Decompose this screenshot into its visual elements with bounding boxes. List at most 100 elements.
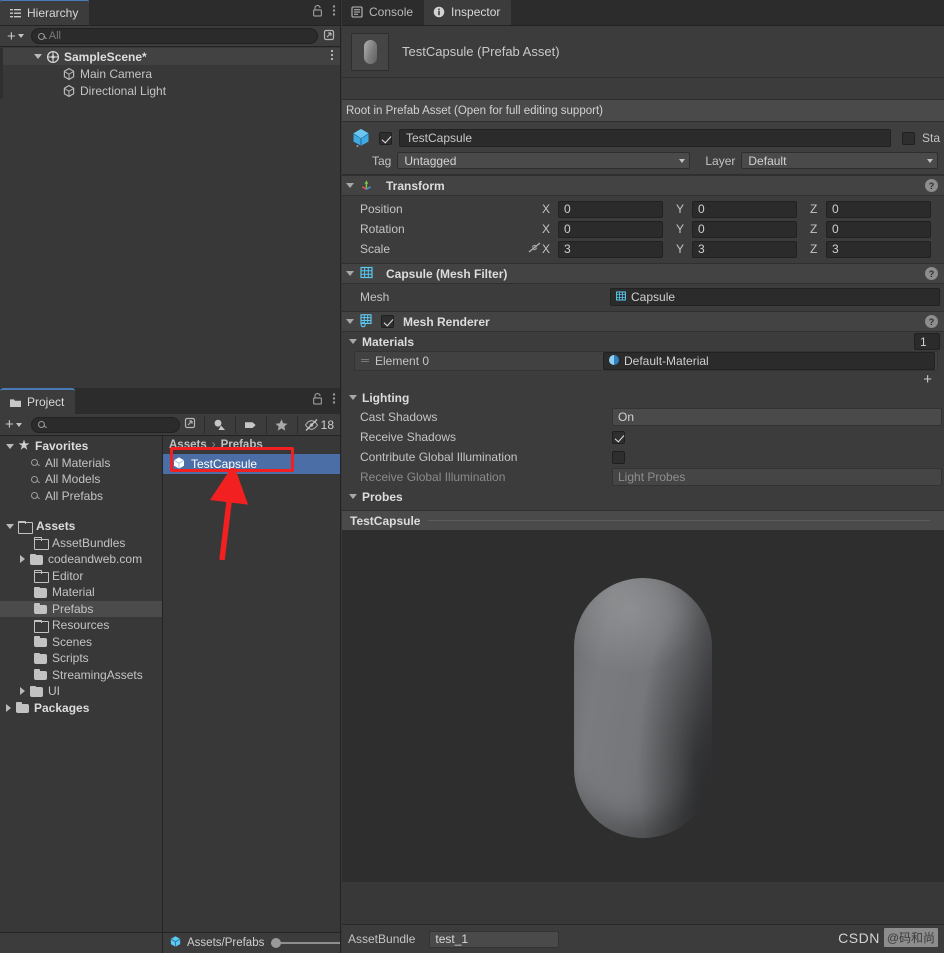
tree-item-prefabs[interactable]: Prefabs [0,600,162,617]
rotation-y-input[interactable]: 0 [692,220,797,238]
tree-item-all-materials[interactable]: All Materials [0,455,162,472]
lighting-foldout[interactable]: Lighting [342,388,944,407]
collapse-triangle-icon[interactable] [20,687,25,696]
scale-x-input[interactable]: 3 [558,240,663,258]
add-material-button[interactable]: + [342,371,944,388]
receive-shadows-checkbox[interactable] [612,430,625,444]
project-search-expand-icon[interactable] [183,416,197,433]
mesh-object-field[interactable]: Capsule [610,288,940,306]
collapse-triangle-icon[interactable] [20,555,25,564]
static-checkbox[interactable] [901,131,915,145]
tree-item-all-models[interactable]: All Models [0,471,162,488]
hidden-assets-toggle[interactable]: 18 [300,415,338,435]
hierarchy-search-input[interactable]: All [30,28,318,44]
filter-by-label-icon[interactable] [238,415,264,435]
asset-item-testcapsule[interactable]: TestCapsule [163,454,340,474]
tree-item-assetbundles[interactable]: AssetBundles [0,535,162,552]
tree-item-scripts[interactable]: Scripts [0,650,162,667]
gameobject-name-field[interactable]: TestCapsule [399,129,891,147]
tree-item-material[interactable]: Material [0,584,162,601]
hierarchy-search-expand-icon[interactable] [322,28,336,45]
scale-y-input[interactable]: 3 [692,240,797,258]
contribute-gi-checkbox[interactable] [612,450,625,464]
project-search-input[interactable] [30,416,180,433]
constrain-proportions-off-icon[interactable] [527,241,542,257]
component-header-transform[interactable]: Transform ? [342,175,944,196]
probes-foldout[interactable]: Probes [342,487,944,506]
material-object-field[interactable]: Default-Material [603,352,935,370]
selection-stripe [0,65,3,82]
foldout-triangle-icon[interactable] [349,494,357,499]
rotation-x-input[interactable]: 0 [558,220,663,238]
help-icon[interactable]: ? [925,179,938,192]
create-asset-button[interactable]: + [2,417,25,432]
icon-size-slider[interactable] [271,938,340,948]
filter-by-type-icon[interactable] [207,415,233,435]
tree-item-ui[interactable]: UI [0,683,162,700]
expand-triangle-icon[interactable] [6,443,14,449]
tree-item-codeandweb[interactable]: codeandweb.com [0,551,162,568]
favorite-star-icon[interactable] [269,415,295,435]
tab-hierarchy[interactable]: Hierarchy [0,0,90,25]
folder-icon [34,586,47,598]
foldout-triangle-icon[interactable] [349,395,357,400]
prefab-icon[interactable] [350,127,372,149]
tab-project-label: Project [27,395,65,409]
materials-foldout[interactable]: Materials 1 [342,332,944,351]
tab-project[interactable]: Project [0,388,76,414]
foldout-triangle-icon[interactable] [349,339,357,344]
asset-title: TestCapsule (Prefab Asset) [402,44,560,59]
add-gameobject-button[interactable]: + [4,29,27,44]
tree-item-editor[interactable]: Editor [0,568,162,585]
folder-icon [34,652,47,664]
foldout-triangle-icon[interactable] [346,183,354,188]
layer-dropdown[interactable]: Default [741,152,938,169]
hierarchy-item-directional-light[interactable]: Directional Light [0,82,340,99]
transform-rotation-row: Rotation X 0 Y 0 Z 0 [342,219,944,239]
help-icon[interactable]: ? [925,267,938,280]
tree-item-packages[interactable]: Packages [0,700,162,717]
breadcrumb-current[interactable]: Prefabs [221,439,263,451]
foldout-triangle-icon[interactable] [346,319,354,324]
expand-triangle-icon[interactable] [6,523,14,529]
hierarchy-item-main-camera[interactable]: Main Camera [0,65,340,82]
transform-scale-row: Scale X 3 Y 3 Z 3 [342,239,944,259]
expand-triangle-icon[interactable] [34,54,42,59]
component-header-mesh-renderer[interactable]: Mesh Renderer ? [342,311,944,332]
kebab-menu-icon[interactable] [332,4,336,20]
tree-item-label: Favorites [35,439,89,454]
position-z-input[interactable]: 0 [826,200,931,218]
tree-item-scenes[interactable]: Scenes [0,634,162,651]
rotation-z-input[interactable]: 0 [826,220,931,238]
component-header-mesh-filter[interactable]: Capsule (Mesh Filter) ? [342,263,944,284]
lock-icon[interactable] [312,392,323,408]
tab-inspector[interactable]: Inspector [424,0,512,25]
lock-icon[interactable] [312,4,323,20]
breadcrumb-root[interactable]: Assets [169,439,207,451]
tree-item-all-prefabs[interactable]: All Prefabs [0,488,162,505]
foldout-triangle-icon[interactable] [346,271,354,276]
scale-x-value: 3 [564,242,571,256]
tree-item-favorites[interactable]: ★ Favorites [0,438,162,455]
position-x-input[interactable]: 0 [558,200,663,218]
scale-z-input[interactable]: 3 [826,240,931,258]
mesh-renderer-enabled-checkbox[interactable] [381,315,394,328]
materials-count-input[interactable]: 1 [914,333,940,350]
help-icon[interactable]: ? [925,315,938,328]
scene-kebab-icon[interactable] [330,49,334,64]
tree-item-assets[interactable]: Assets [0,518,162,535]
preview-viewport[interactable] [342,530,944,882]
position-y-input[interactable]: 0 [692,200,797,218]
tree-item-streamingassets[interactable]: StreamingAssets [0,667,162,684]
tag-dropdown[interactable]: Untagged [397,152,691,169]
hierarchy-item-samplescene[interactable]: SampleScene* [0,48,340,65]
cast-shadows-dropdown[interactable]: On [612,408,942,426]
tab-console[interactable]: Console [342,0,425,25]
kebab-menu-icon[interactable] [332,392,336,408]
gameobject-enabled-checkbox[interactable] [379,131,392,145]
slider-knob[interactable] [271,938,282,948]
assetbundle-dropdown[interactable]: test_1 [429,930,560,948]
tree-item-resources[interactable]: Resources [0,617,162,634]
drag-handle-icon[interactable]: ═ [355,355,375,367]
collapse-triangle-icon[interactable] [6,703,11,712]
